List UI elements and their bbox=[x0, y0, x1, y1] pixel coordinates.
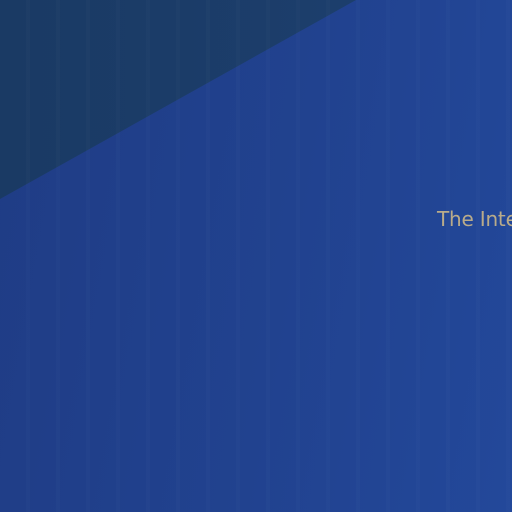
hero-heading-text: The Inte bbox=[437, 207, 512, 231]
page-viewport: The Inte bbox=[0, 0, 512, 512]
corner-panel bbox=[0, 0, 356, 199]
